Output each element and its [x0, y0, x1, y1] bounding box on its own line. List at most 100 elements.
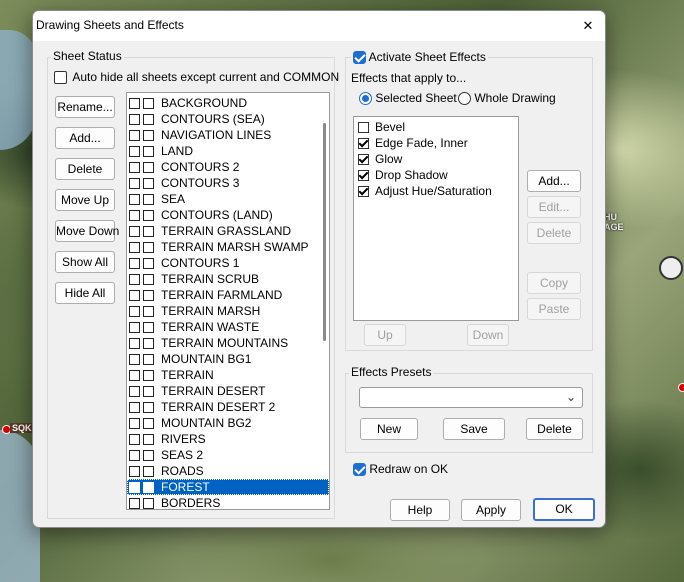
effect-checkbox[interactable] — [358, 138, 369, 150]
effect-checkbox[interactable] — [358, 170, 369, 182]
sheet-frozen-checkbox[interactable] — [143, 498, 154, 509]
sheet-row[interactable]: NAVIGATION LINES — [127, 127, 329, 143]
sheet-row[interactable]: CONTOURS 3 — [127, 175, 329, 191]
sheet-visible-checkbox[interactable] — [129, 226, 140, 238]
effect-checkbox[interactable] — [358, 154, 369, 166]
sheet-row[interactable]: CONTOURS 1 — [127, 255, 329, 271]
apply-button[interactable]: Apply — [461, 499, 521, 521]
sheet-row[interactable]: SEA — [127, 191, 329, 207]
sheet-frozen-checkbox[interactable] — [143, 98, 154, 110]
sheet-visible-checkbox[interactable] — [129, 258, 140, 270]
sheet-list-scrollbar[interactable] — [323, 123, 326, 341]
sheet-frozen-checkbox[interactable] — [143, 482, 154, 494]
redraw-checkbox[interactable] — [353, 463, 366, 477]
sheet-visible-checkbox[interactable] — [129, 338, 140, 350]
sheet-row[interactable]: MOUNTAIN BG1 — [127, 351, 329, 367]
help-button[interactable]: Help — [390, 499, 450, 521]
sheet-visible-checkbox[interactable] — [129, 402, 140, 414]
sheet-row[interactable]: TERRAIN MOUNTAINS — [127, 335, 329, 351]
effects-list[interactable]: Bevel Edge Fade, Inner Glow Drop Shadow Adju… — [353, 116, 519, 321]
activate-effects-option[interactable]: Activate Sheet Effects — [351, 50, 488, 65]
sheet-visible-checkbox[interactable] — [129, 434, 140, 446]
rename-button[interactable]: Rename... — [55, 96, 115, 118]
scope-whole-drawing-option[interactable]: Whole Drawing — [458, 91, 556, 106]
effect-checkbox[interactable] — [358, 122, 369, 134]
sheet-visible-checkbox[interactable] — [129, 130, 140, 142]
sheet-row[interactable]: TERRAIN DESERT — [127, 383, 329, 399]
delete-sheet-button[interactable]: Delete — [55, 158, 115, 180]
sheet-row[interactable]: TERRAIN GRASSLAND — [127, 223, 329, 239]
effect-row[interactable]: Bevel — [354, 119, 518, 135]
sheet-row[interactable]: TERRAIN MARSH — [127, 303, 329, 319]
sheet-visible-checkbox[interactable] — [129, 242, 140, 254]
scope-selected-sheet-option[interactable]: Selected Sheet — [359, 91, 457, 106]
sheet-frozen-checkbox[interactable] — [143, 274, 154, 286]
sheet-frozen-checkbox[interactable] — [143, 418, 154, 430]
delete-effect-button[interactable]: Delete — [527, 222, 581, 244]
sheet-visible-checkbox[interactable] — [129, 322, 140, 334]
sheet-visible-checkbox[interactable] — [129, 450, 140, 462]
sheet-row[interactable]: TERRAIN FARMLAND — [127, 287, 329, 303]
sheet-frozen-checkbox[interactable] — [143, 194, 154, 206]
sheet-row[interactable]: RIVERS — [127, 431, 329, 447]
add-sheet-button[interactable]: Add... — [55, 127, 115, 149]
delete-preset-button[interactable]: Delete — [526, 418, 583, 440]
sheet-visible-checkbox[interactable] — [129, 178, 140, 190]
effect-row[interactable]: Adjust Hue/Saturation — [354, 183, 518, 199]
sheet-row[interactable]: LAND — [127, 143, 329, 159]
move-up-button[interactable]: Move Up — [55, 189, 115, 211]
sheet-visible-checkbox[interactable] — [129, 466, 140, 478]
effect-row[interactable]: Glow — [354, 151, 518, 167]
ok-button[interactable]: OK — [533, 498, 595, 521]
sheet-visible-checkbox[interactable] — [129, 194, 140, 206]
sheet-visible-checkbox[interactable] — [129, 306, 140, 318]
sheet-row[interactable]: MOUNTAIN BG2 — [127, 415, 329, 431]
sheet-visible-checkbox[interactable] — [129, 418, 140, 430]
hide-all-button[interactable]: Hide All — [55, 282, 115, 304]
sheet-visible-checkbox[interactable] — [129, 498, 140, 509]
sheet-visible-checkbox[interactable] — [129, 146, 140, 158]
sheet-visible-checkbox[interactable] — [129, 274, 140, 286]
scope-selected-sheet-radio[interactable] — [359, 92, 372, 106]
effect-row[interactable]: Edge Fade, Inner — [354, 135, 518, 151]
save-preset-button[interactable]: Save — [443, 418, 505, 440]
sheet-row[interactable]: CONTOURS 2 — [127, 159, 329, 175]
sheet-row[interactable]: FOREST — [127, 479, 329, 495]
sheet-visible-checkbox[interactable] — [129, 98, 140, 110]
sheet-visible-checkbox[interactable] — [129, 114, 140, 126]
sheet-row[interactable]: TERRAIN DESERT 2 — [127, 399, 329, 415]
sheet-frozen-checkbox[interactable] — [143, 386, 154, 398]
sheet-visible-checkbox[interactable] — [129, 162, 140, 174]
sheet-frozen-checkbox[interactable] — [143, 162, 154, 174]
sheet-list[interactable]: BACKGROUND CONTOURS (SEA) NAVIGATION LINES… — [126, 92, 330, 510]
auto-hide-option[interactable]: Auto hide all sheets except current and … — [54, 70, 339, 85]
sheet-frozen-checkbox[interactable] — [143, 226, 154, 238]
sheet-row[interactable]: TERRAIN WASTE — [127, 319, 329, 335]
sheet-frozen-checkbox[interactable] — [143, 322, 154, 334]
edit-effect-button[interactable]: Edit... — [527, 196, 581, 218]
sheet-frozen-checkbox[interactable] — [143, 338, 154, 350]
sheet-visible-checkbox[interactable] — [129, 354, 140, 366]
redraw-option[interactable]: Redraw on OK — [353, 462, 448, 477]
sheet-frozen-checkbox[interactable] — [143, 290, 154, 302]
close-icon[interactable]: ✕ — [577, 15, 599, 37]
sheet-frozen-checkbox[interactable] — [143, 434, 154, 446]
move-down-button[interactable]: Move Down — [55, 220, 119, 242]
effect-up-button[interactable]: Up — [364, 324, 406, 346]
sheet-frozen-checkbox[interactable] — [143, 210, 154, 222]
sheet-frozen-checkbox[interactable] — [143, 402, 154, 414]
sheet-row[interactable]: CONTOURS (SEA) — [127, 111, 329, 127]
presets-dropdown[interactable]: ⌄ — [359, 387, 583, 408]
sheet-frozen-checkbox[interactable] — [143, 130, 154, 142]
add-effect-button[interactable]: Add... — [527, 170, 581, 192]
sheet-row[interactable]: BORDERS — [127, 495, 329, 509]
sheet-row[interactable]: SEAS 2 — [127, 447, 329, 463]
effect-row[interactable]: Drop Shadow — [354, 167, 518, 183]
sheet-frozen-checkbox[interactable] — [143, 242, 154, 254]
sheet-row[interactable]: CONTOURS (LAND) — [127, 207, 329, 223]
effect-checkbox[interactable] — [358, 186, 369, 198]
sheet-visible-checkbox[interactable] — [129, 290, 140, 302]
scope-whole-drawing-radio[interactable] — [458, 92, 471, 106]
sheet-visible-checkbox[interactable] — [129, 370, 140, 382]
sheet-row[interactable]: BACKGROUND — [127, 95, 329, 111]
